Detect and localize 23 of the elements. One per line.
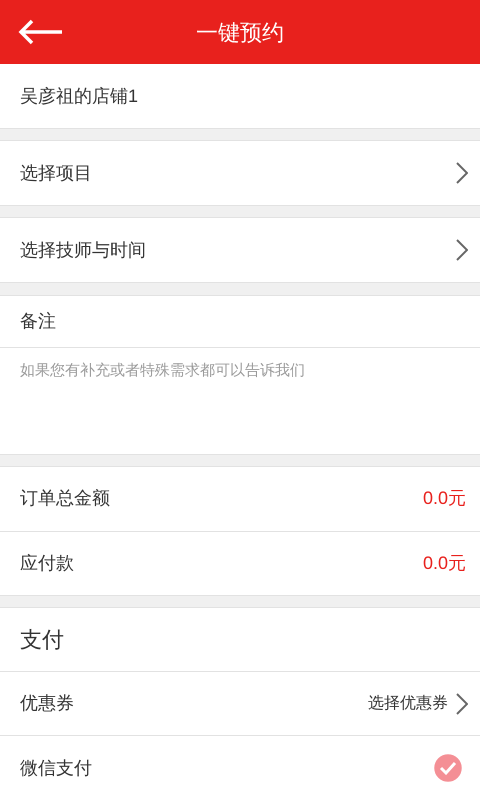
chevron-right-icon xyxy=(456,239,468,262)
chevron-right-icon xyxy=(456,162,468,184)
selector-row[interactable]: 选择技师与时间 xyxy=(0,218,480,282)
remark-title: 备注 xyxy=(20,310,56,333)
selector-row[interactable]: 选择项目 xyxy=(0,141,480,206)
remark-field[interactable]: 如果您有补充或者特殊需求都可以告诉我们 xyxy=(0,348,480,454)
selector-label: 选择项目 xyxy=(20,162,92,185)
coupon-label: 优惠券 xyxy=(20,692,74,716)
amount-label: 订单总金额 xyxy=(20,487,110,510)
amount-value: 0.0元 xyxy=(422,552,466,575)
payment-method-label: 微信支付 xyxy=(20,756,92,780)
amount-value: 0.0元 xyxy=(422,487,466,510)
chevron-right-icon xyxy=(456,692,468,715)
page-title: 一键预约 xyxy=(196,18,284,46)
coupon-action: 选择优惠券 xyxy=(368,694,448,714)
back-arrow-icon xyxy=(18,19,64,45)
check-circle-icon[interactable] xyxy=(434,754,462,782)
selector-label: 选择技师与时间 xyxy=(20,238,146,262)
payment-method-row[interactable]: 微信支付 xyxy=(0,736,480,800)
payment-title: 支付 xyxy=(20,626,64,654)
coupon-row[interactable]: 优惠券 选择优惠券 xyxy=(0,672,480,736)
shop-name: 吴彦祖的店铺1 xyxy=(20,84,138,108)
amount-label: 应付款 xyxy=(20,552,74,575)
